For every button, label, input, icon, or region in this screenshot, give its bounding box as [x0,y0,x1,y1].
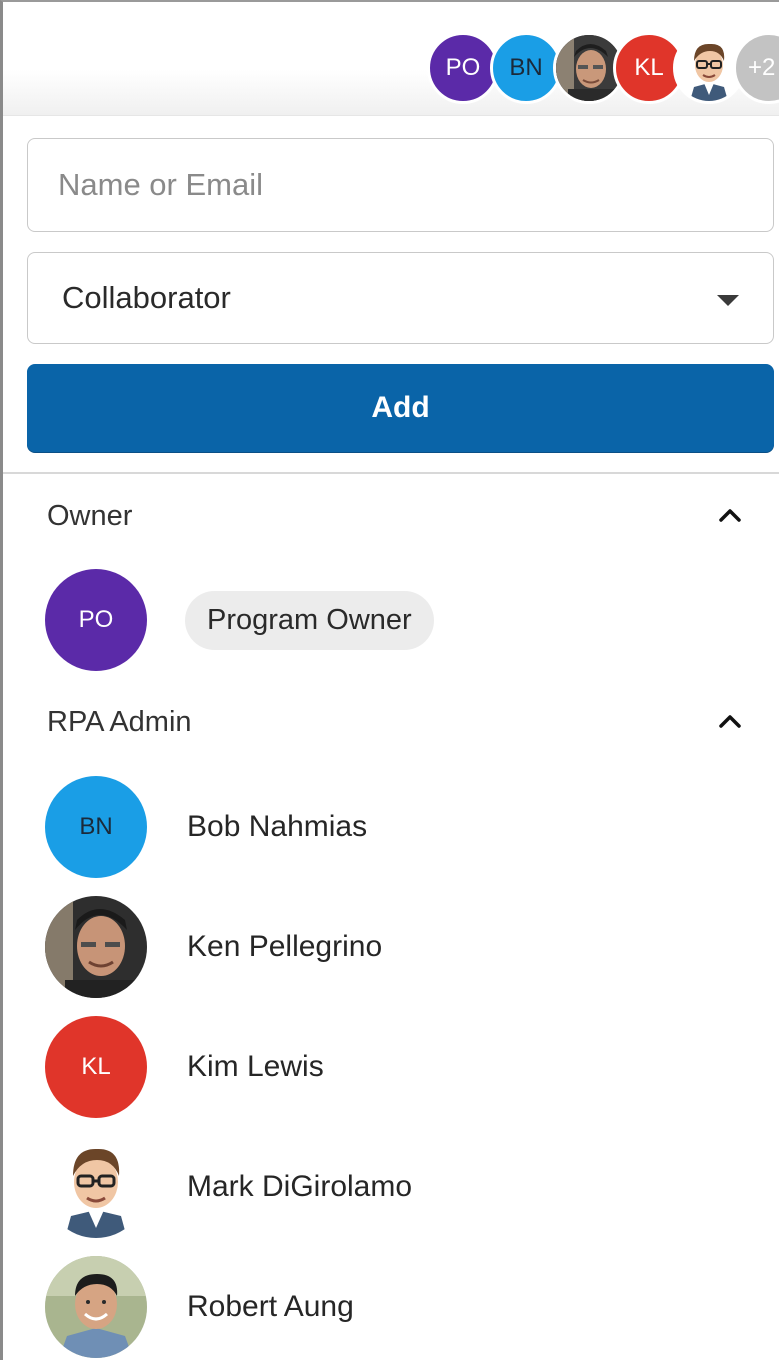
role-select[interactable]: Collaborator [27,252,774,344]
rpa-admin-section-title: RPA Admin [47,705,192,738]
member-name: Kim Lewis [187,1050,324,1083]
name-or-email-field[interactable] [27,138,774,232]
owner-section-header[interactable]: Owner [47,496,747,536]
owner-section-title: Owner [47,499,133,532]
member-row-ken-pellegrino[interactable]: Ken Pellegrino [45,895,745,999]
member-row-bob-nahmias[interactable]: BN Bob Nahmias [45,775,745,879]
chevron-up-icon[interactable] [715,500,745,530]
add-button[interactable]: Add [27,364,774,452]
avatar-po[interactable]: PO [427,32,499,104]
avatar: BN [45,776,147,878]
member-name: Mark DiGirolamo [187,1170,413,1203]
avatar [45,896,147,998]
person-photo-icon [45,1256,147,1358]
name-or-email-input[interactable] [28,139,773,231]
caret-down-icon [717,295,739,306]
member-row-mark-digirolamo[interactable]: Mark DiGirolamo [45,1135,745,1239]
rpa-admin-section-header[interactable]: RPA Admin [47,702,747,742]
avatar: KL [45,1016,147,1118]
member-name: Bob Nahmias [187,810,368,843]
avatar [45,1256,147,1358]
avatar: PO [45,569,147,671]
panel-header: PO BN KL +2 [3,2,779,116]
member-row-kim-lewis[interactable]: KL Kim Lewis [45,1015,745,1119]
avatar-bn[interactable]: BN [490,32,562,104]
person-photo-icon [45,896,147,998]
member-row-program-owner[interactable]: PO Program Owner [45,568,745,672]
cartoon-person-icon [45,1136,147,1238]
avatar-overflow-count[interactable]: +2 [733,32,779,104]
divider [3,472,779,474]
owner-name-pill: Program Owner [185,590,434,650]
chevron-up-icon[interactable] [715,706,745,736]
avatar [45,1136,147,1238]
member-name: Ken Pellegrino [187,930,383,963]
role-select-value: Collaborator [62,280,231,315]
member-name: Robert Aung [187,1290,354,1323]
member-row-robert-aung[interactable]: Robert Aung [45,1255,745,1359]
share-panel: PO BN KL +2 Name or Email Collaborator A… [0,0,779,1360]
